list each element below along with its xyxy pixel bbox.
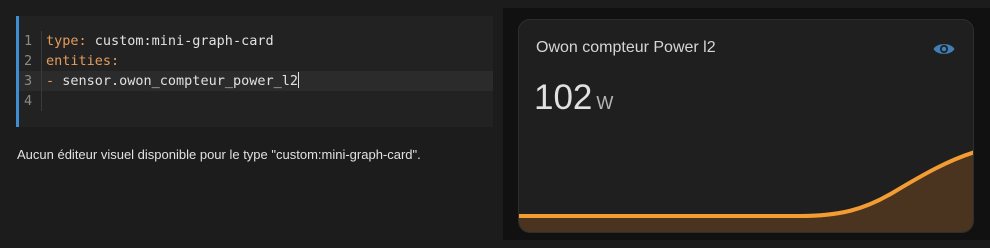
yaml-code-editor[interactable]: 1 type: custom:mini-graph-card 2 entities:… <box>16 16 493 127</box>
code-line[interactable]: 1 type: custom:mini-graph-card <box>19 31 493 51</box>
yaml-key: type: <box>46 33 87 49</box>
code-line[interactable]: 2 entities: <box>19 51 493 71</box>
line-number: 4 <box>24 93 33 109</box>
code-line-active[interactable]: 3- sensor.owon_compteur_power_l2 <box>19 71 493 91</box>
gutter-separator <box>41 31 42 51</box>
no-visual-editor-message: Aucun éditeur visuel disponible pour le … <box>17 147 421 162</box>
code-line[interactable]: 4 <box>19 91 493 111</box>
mini-graph-card[interactable]: Owon compteur Power l2 102 W <box>518 19 974 233</box>
card-title: Owon compteur Power l2 <box>536 39 716 56</box>
gutter-separator <box>41 51 42 71</box>
gutter-separator <box>41 71 42 91</box>
graph-fill <box>519 152 973 232</box>
line-number: 1 <box>24 33 33 49</box>
state-unit: W <box>596 93 614 113</box>
yaml-value: sensor.owon_compteur_power_l2 <box>54 73 298 89</box>
power-graph <box>519 150 973 232</box>
line-number: 2 <box>24 53 33 69</box>
line-number: 3 <box>24 73 33 89</box>
yaml-key: entities: <box>46 53 120 69</box>
yaml-value: custom:mini-graph-card <box>86 33 274 49</box>
gutter-separator <box>41 91 42 111</box>
state-value: 102 <box>534 78 593 117</box>
text-cursor <box>297 72 299 88</box>
yaml-key: - <box>46 73 55 89</box>
eye-icon[interactable] <box>932 39 956 59</box>
state-display: 102 W <box>534 78 613 118</box>
card-editor-panel: 1 type: custom:mini-graph-card 2 entities:… <box>0 0 990 248</box>
card-preview: Owon compteur Power l2 102 W <box>503 8 990 240</box>
